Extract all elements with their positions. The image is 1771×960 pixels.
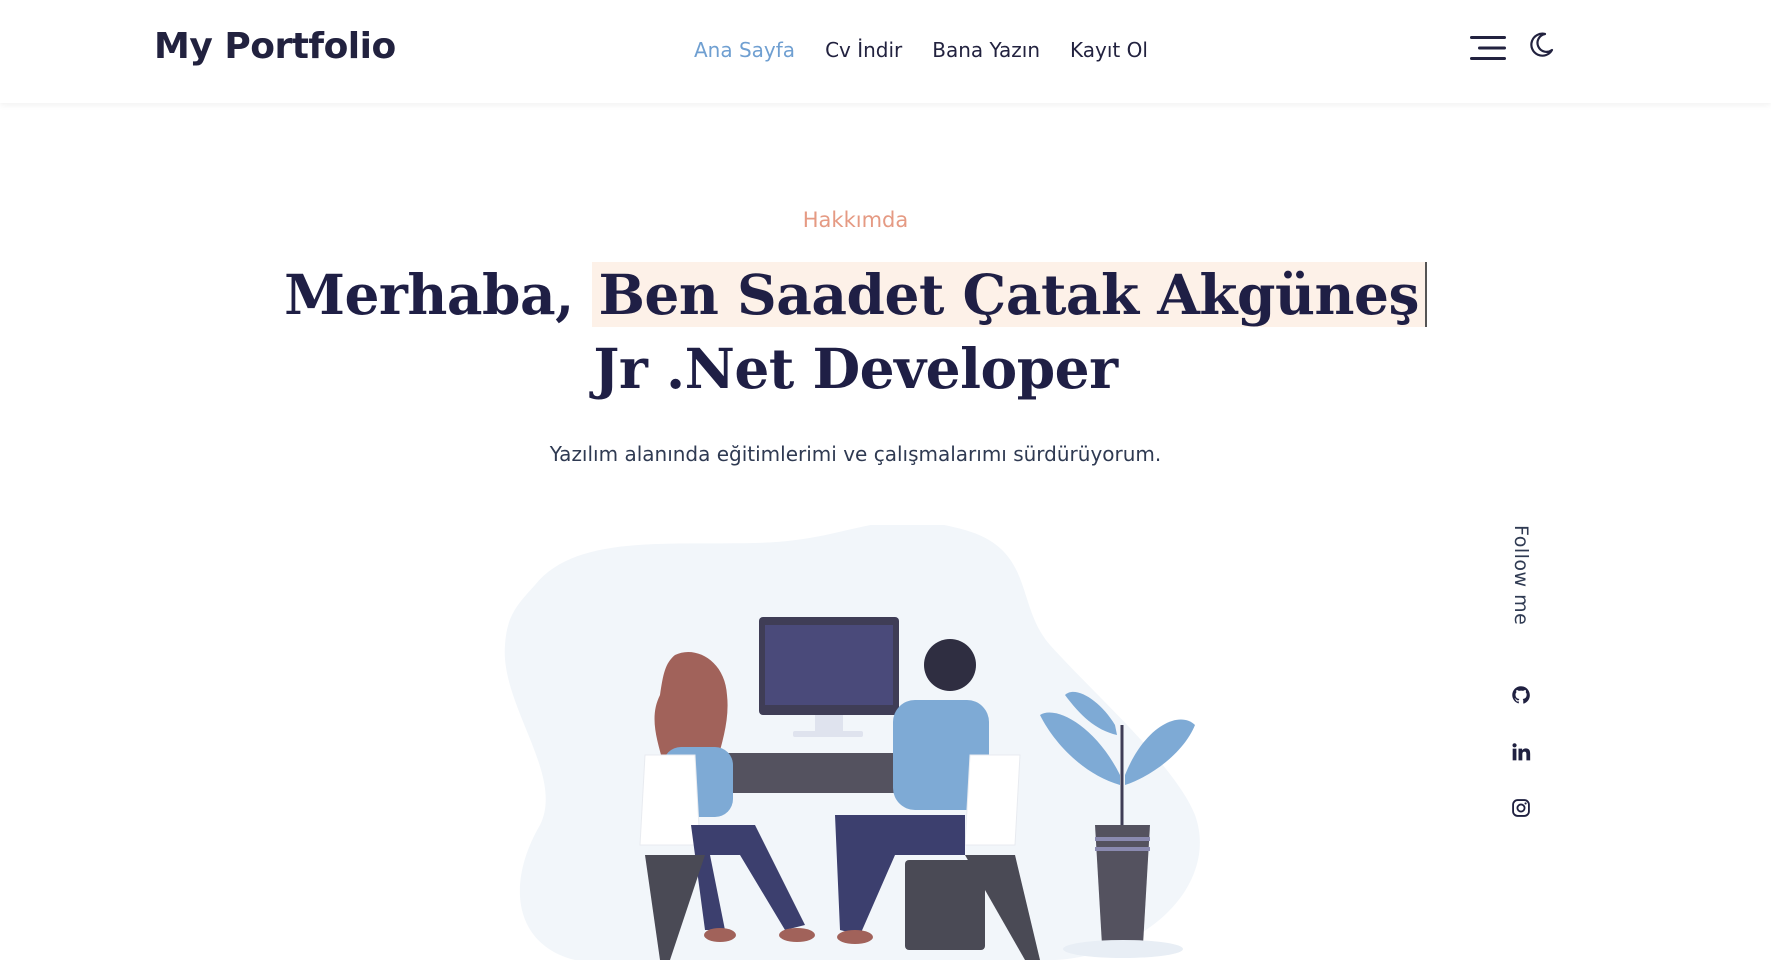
github-icon[interactable] <box>1509 683 1533 707</box>
section-eyebrow: Hakkımda <box>802 208 909 232</box>
main-nav: Ana Sayfa Cv İndir Bana Yazın Kayıt Ol <box>694 38 1178 62</box>
nav-cv-download[interactable]: Cv İndir <box>825 38 902 62</box>
hero-subtitle: Yazılım alanında eğitimlerimi ve çalışma… <box>549 442 1162 466</box>
site-header: My Portfolio Ana Sayfa Cv İndir Bana Yaz… <box>0 0 1771 103</box>
nav-contact[interactable]: Bana Yazın <box>932 38 1040 62</box>
hero-illustration <box>504 525 1200 960</box>
brand-logo[interactable]: My Portfolio <box>154 26 396 67</box>
linkedin-icon[interactable] <box>1509 740 1533 764</box>
nav-home[interactable]: Ana Sayfa <box>694 38 795 62</box>
nav-register[interactable]: Kayıt Ol <box>1070 38 1148 62</box>
follow-me-label: Follow me <box>1510 525 1532 626</box>
greeting-text: Merhaba, <box>284 262 574 327</box>
role-text: Jr .Net Developer <box>593 336 1118 401</box>
moon-icon[interactable] <box>1526 30 1556 60</box>
hero-headline: Merhaba, Ben Saadet Çatak Akgüneş Jr .Ne… <box>0 258 1711 406</box>
typed-name-highlight: Ben Saadet Çatak Akgüneş <box>592 262 1427 327</box>
menu-icon[interactable] <box>1468 34 1508 62</box>
instagram-icon[interactable] <box>1509 796 1533 820</box>
